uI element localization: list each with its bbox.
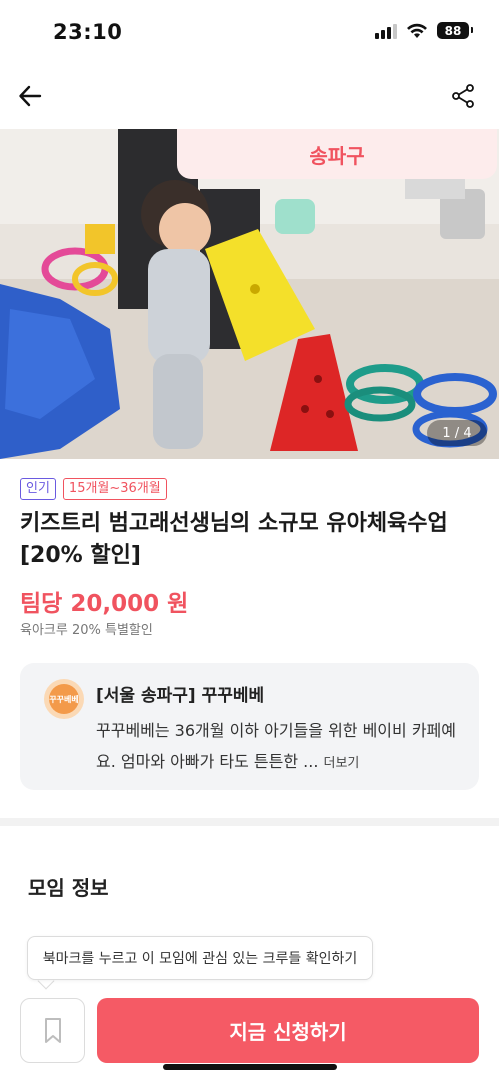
top-nav (0, 66, 499, 124)
host-description: 꾸꾸베베는 36개월 이하 아기들을 위한 베이비 카페예요. 엄마와 아빠가 … (96, 715, 466, 779)
status-icons: 88 (375, 22, 473, 39)
signal-icon (375, 23, 397, 39)
host-description-text: 꾸꾸베베는 36개월 이하 아기들을 위한 베이비 카페예요. 엄마와 아빠가 … (96, 721, 456, 771)
more-link[interactable]: 더보기 (324, 756, 360, 771)
host-avatar: 꾸꾸베베 (44, 679, 84, 719)
share-button[interactable] (447, 80, 479, 112)
page-indicator: 1 / 4 (427, 420, 487, 446)
host-avatar-logo: 꾸꾸베베 (49, 684, 79, 714)
age-tag: 15개월~36개월 (62, 478, 167, 500)
bookmark-button[interactable] (20, 998, 85, 1063)
back-button[interactable] (14, 80, 46, 112)
bookmark-icon (44, 1017, 61, 1043)
tag-list: 인기 15개월~36개월 (20, 478, 167, 500)
class-title: 키즈트리 범고래선생님의 소규모 유아체육수업 [20% 할인] (20, 511, 448, 568)
bookmark-tooltip: 북마크를 누르고 이 모임에 관심 있는 크루들 확인하기 (27, 936, 373, 980)
discount-note: 육아크루 20% 특별할인 (20, 623, 153, 638)
apply-button[interactable]: 지금 신청하기 (97, 998, 479, 1063)
home-indicator (163, 1064, 337, 1070)
battery-icon: 88 (437, 22, 473, 39)
host-card[interactable]: 꾸꾸베베 [서울 송파구] 꾸꾸베베 꾸꾸베베는 36개월 이하 아기들을 위한… (20, 663, 479, 790)
status-bar: 23:10 88 (0, 0, 499, 62)
arrow-left-icon (19, 85, 42, 107)
share-icon (452, 84, 474, 108)
section-divider (0, 818, 499, 826)
host-name: [서울 송파구] 꾸꾸베베 (96, 686, 265, 706)
popular-tag: 인기 (20, 478, 56, 500)
wifi-icon (407, 23, 427, 38)
status-time: 23:10 (53, 20, 123, 44)
section-title: 모임 정보 (28, 876, 109, 900)
class-price: 팀당 20,000 원 (20, 591, 189, 617)
region-badge: 송파구 (177, 129, 497, 179)
